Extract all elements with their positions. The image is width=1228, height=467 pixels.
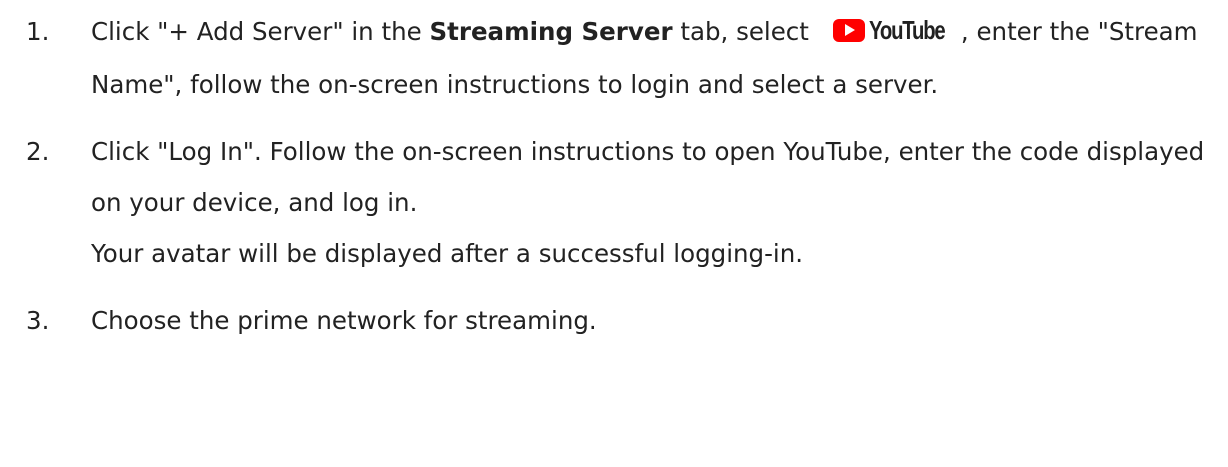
step-number: 1.: [26, 17, 50, 46]
youtube-logo-icon: [832, 18, 865, 42]
youtube-wordmark: YouTube: [868, 14, 946, 45]
step-text: Click "Log In". Follow the on-screen ins…: [91, 126, 1216, 279]
instruction-steps: 1. Click "+ Add Server" in the Streaming…: [26, 6, 1216, 346]
step-text-part: tab, select: [672, 17, 809, 46]
youtube-logo: YouTube: [832, 5, 947, 56]
step-text: Choose the prime network for streaming.: [91, 305, 597, 335]
step-text: Click "+ Add Server" in the Streaming Se…: [91, 6, 1216, 110]
step-text-part: Click "+ Add Server" in the: [91, 17, 430, 46]
step-text-line: Click "Log In". Follow the on-screen ins…: [91, 136, 1205, 217]
step-3: 3. Choose the prime network for streamin…: [26, 295, 1216, 346]
step-number: 2.: [26, 136, 50, 166]
step-text-line: Your avatar will be displayed after a su…: [91, 238, 804, 268]
step-1: 1. Click "+ Add Server" in the Streaming…: [26, 6, 1216, 110]
streaming-server-tab-label: Streaming Server: [429, 17, 673, 46]
step-2: 2. Click "Log In". Follow the on-screen …: [26, 126, 1216, 279]
step-number: 3.: [26, 305, 50, 335]
